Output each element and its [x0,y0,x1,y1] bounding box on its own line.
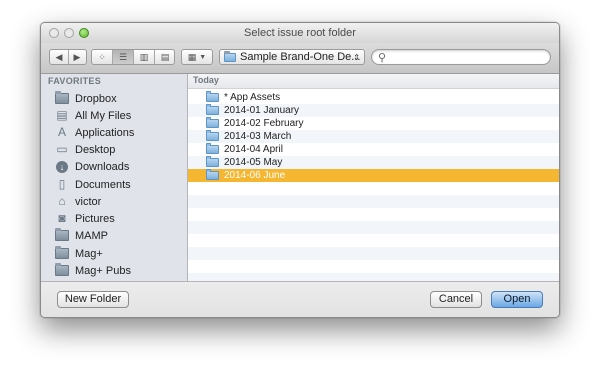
applications-icon: A [57,125,66,139]
folder-row-2014-05[interactable]: 2014-05 May [188,156,559,169]
group-label: Today [193,75,219,85]
folder-icon [55,263,69,276]
new-folder-button[interactable]: New Folder [57,291,129,308]
sidebar-item-dropbox[interactable]: Dropbox [41,90,187,107]
folder-row-2014-02[interactable]: 2014-02 February [188,117,559,130]
all-files-icon: ▤ [56,108,68,122]
sidebar-item-label: Dropbox [75,92,117,105]
cancel-button[interactable]: Cancel [430,291,482,308]
empty-row [188,260,559,273]
coverflow-view-icon[interactable]: ▤ [155,52,175,63]
folder-icon [206,104,219,115]
sidebar-item-victor[interactable]: ⌂ victor [41,193,187,210]
sidebar-item-magplus[interactable]: Mag+ [41,245,187,262]
sidebar-item-label: Applications [75,126,135,139]
sidebar-item-mamp[interactable]: MAMP [41,227,187,244]
sidebar-item-pictures[interactable]: ◙ Pictures [41,210,187,227]
column-view-icon[interactable]: ▥ [134,52,154,63]
empty-row [188,247,559,260]
sidebar-section-heading: FAVORITES [48,76,102,86]
empty-row [188,221,559,234]
folder-name: 2014-04 April [224,144,283,155]
sidebar-item-desktop[interactable]: ▭ Desktop [41,141,187,158]
sidebar-item-downloads[interactable]: ↓ Downloads [41,158,187,175]
path-popup-button[interactable]: Sample Brand-One De... ⇕ [219,49,365,65]
sidebar-item-label: Mag+ [75,247,103,260]
back-arrow-icon[interactable]: ◀ [50,52,68,63]
toolbar: ◀ ▶ ⁘ ☰ ▥ ▤ ▦ ▼ Sample Brand-One De... ⇕… [41,43,559,74]
sidebar-item-label: Desktop [75,143,116,156]
sidebar-item-label: All My Files [75,109,132,122]
folder-row-2014-06[interactable]: 2014-06 June [188,169,559,182]
documents-icon: ▯ [58,177,66,191]
path-popup-label: Sample Brand-One De... [240,51,361,63]
back-forward-control: ◀ ▶ [49,49,87,65]
sidebar-item-applications[interactable]: A Applications [41,124,187,141]
pictures-icon: ◙ [58,211,66,225]
title-bar: Select issue root folder [41,23,559,43]
sidebar-item-label: victor [75,195,102,208]
folder-icon [206,130,219,141]
home-icon: ⌂ [58,194,66,208]
updown-arrows-icon: ⇕ [353,52,360,62]
sidebar-item-label: Pictures [75,212,115,225]
arrange-grid-icon: ▦ [187,51,197,62]
empty-row [188,182,559,195]
open-folder-dialog: Select issue root folder ◀ ▶ ⁘ ☰ ▥ ▤ ▦ ▼… [40,22,560,318]
folder-row-2014-04[interactable]: 2014-04 April [188,143,559,156]
empty-row [188,208,559,221]
folder-icon [206,156,219,167]
sidebar-item-label: Downloads [75,160,130,173]
sidebar-item-label: Documents [75,178,131,191]
empty-row [188,195,559,208]
sidebar-item-documents[interactable]: ▯ Documents [41,176,187,193]
folder-icon [224,50,236,62]
empty-row [188,234,559,247]
search-icon: ⚲ [378,52,387,64]
folder-row-app-assets[interactable]: * App Assets [188,91,559,104]
sidebar: FAVORITES Dropbox ▤ All My Files A Appli… [41,74,188,281]
view-mode-control: ⁘ ☰ ▥ ▤ [91,49,175,65]
file-list-group-header: Today [188,74,559,89]
folder-icon [206,117,219,128]
folder-icon [55,246,69,259]
folder-name: 2014-02 February [224,118,304,129]
arrange-menu-button[interactable]: ▦ ▼ [181,49,213,65]
search-field[interactable]: ⚲ [371,49,551,65]
folder-icon [55,228,69,241]
downloads-icon: ↓ [56,160,68,173]
open-button[interactable]: Open [491,291,543,308]
sidebar-item-all-my-files[interactable]: ▤ All My Files [41,107,187,124]
sidebar-item-label: MAMP [75,229,108,242]
folder-row-2014-01[interactable]: 2014-01 January [188,104,559,117]
folder-name: 2014-06 June [224,170,286,181]
folder-name: 2014-03 March [224,131,292,142]
empty-row [188,273,559,281]
folder-icon [206,91,219,102]
folder-row-2014-03[interactable]: 2014-03 March [188,130,559,143]
folder-icon [55,91,69,104]
folder-name: 2014-01 January [224,105,300,116]
icon-view-icon[interactable]: ⁘ [92,52,112,63]
forward-arrow-icon[interactable]: ▶ [68,52,86,63]
desktop-icon: ▭ [56,142,68,156]
folder-icon [206,169,219,180]
sidebar-item-label: Mag+ Pubs [75,264,131,277]
folder-name: * App Assets [224,92,281,103]
dialog-button-bar: New Folder Cancel Open [41,281,559,317]
list-view-icon[interactable]: ☰ [113,50,133,64]
file-list: Today * App Assets 2014-01 January 2014-… [188,74,559,281]
folder-icon [206,143,219,154]
sidebar-item-magplus-pubs[interactable]: Mag+ Pubs [41,262,187,279]
window-title: Select issue root folder [244,27,356,39]
folder-name: 2014-05 May [224,157,283,168]
chevron-down-icon: ▼ [199,53,207,61]
